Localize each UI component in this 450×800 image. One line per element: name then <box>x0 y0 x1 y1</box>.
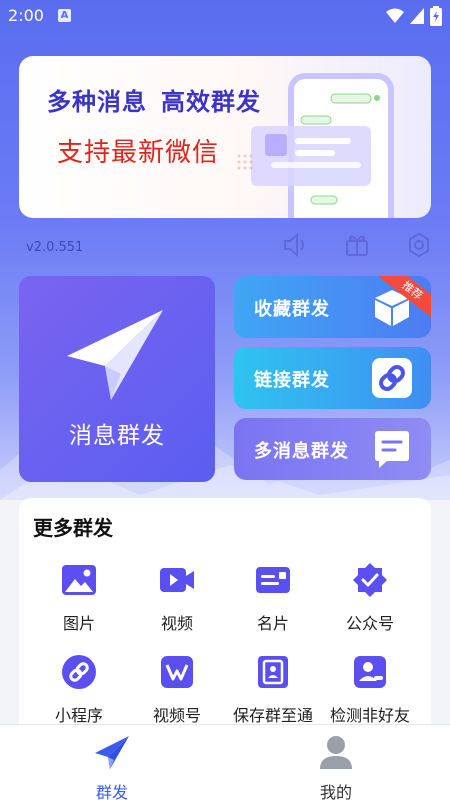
paper-plane-icon <box>95 736 129 769</box>
message-broadcast-label: 消息群发 <box>69 423 165 449</box>
banner-headline-1: 多种消息 <box>47 88 147 116</box>
grid-item-mini-program[interactable]: 小程序 <box>31 654 127 726</box>
grid-item-label: 小程序 <box>54 706 103 725</box>
grid-item-label: 公众号 <box>345 614 394 633</box>
image-icon <box>62 565 96 595</box>
tab-profile-label: 我的 <box>319 783 352 800</box>
tab-broadcast[interactable]: 群发 <box>52 733 172 800</box>
grid-item-label: 视频 <box>160 614 193 633</box>
message-icon <box>375 431 409 468</box>
more-broadcast-title: 更多群发 <box>33 516 113 540</box>
quick-actions <box>282 232 432 258</box>
status-time: 2:00 <box>8 6 44 25</box>
multi-message-broadcast-card[interactable]: 多消息群发 <box>234 418 431 480</box>
grid-item-label: 保存群至通 <box>232 706 313 725</box>
grid-item-detect-non-friends[interactable]: 检测非好友 <box>322 654 418 726</box>
notification-indicator: A <box>58 9 71 22</box>
cellular-signal-icon <box>410 8 424 24</box>
grid-item-card[interactable]: 名片 <box>225 562 321 634</box>
bottom-tab-bar: 群发 我的 <box>0 724 450 800</box>
channels-icon <box>161 656 193 688</box>
status-icons <box>386 6 442 26</box>
multi-message-broadcast-label: 多消息群发 <box>254 441 349 462</box>
grid-item-image[interactable]: 图片 <box>31 562 127 634</box>
grid-item-video[interactable]: 视频 <box>129 562 225 634</box>
phone-illustration <box>237 73 394 218</box>
more-broadcast-panel: 更多群发 图片 视频 名片 公众号 小程序 视频号 保存群至通 检测非好友 <box>19 498 431 728</box>
promo-banner[interactable]: 多种消息 高效群发 支持最新微信 <box>19 56 431 218</box>
grid-item-label: 视频号 <box>152 706 201 725</box>
tab-profile[interactable]: 我的 <box>276 733 396 800</box>
tab-broadcast-label: 群发 <box>95 783 128 800</box>
link-broadcast-card[interactable]: 链接群发 <box>234 347 431 409</box>
wifi-icon <box>386 8 404 23</box>
card-icon <box>256 567 290 593</box>
grid-item-label: 检测非好友 <box>329 706 410 725</box>
speaker-icon[interactable] <box>282 232 308 258</box>
grid-item-label: 名片 <box>256 614 289 633</box>
link-icon <box>372 358 412 398</box>
grid-item-save-group[interactable]: 保存群至通 <box>225 654 321 726</box>
badge-check-icon <box>353 563 387 597</box>
app-version: v2.0.551 <box>26 240 84 255</box>
grid-item-label: 图片 <box>62 614 95 633</box>
grid-item-channels[interactable]: 视频号 <box>129 654 225 726</box>
message-broadcast-card[interactable]: 消息群发 <box>19 276 215 482</box>
settings-icon[interactable] <box>406 232 432 258</box>
favorites-broadcast-card[interactable]: 收藏群发 推荐 <box>234 276 431 338</box>
status-bar: 2:00 A <box>0 0 450 32</box>
contacts-icon <box>258 656 288 688</box>
person-icon <box>320 736 352 769</box>
banner-subline: 支持最新微信 <box>57 138 220 168</box>
gift-icon[interactable] <box>344 232 370 258</box>
battery-icon <box>430 6 442 26</box>
favorites-broadcast-label: 收藏群发 <box>254 299 330 320</box>
mini-program-icon <box>62 655 96 689</box>
link-broadcast-label: 链接群发 <box>254 370 330 391</box>
grid-item-official-account[interactable]: 公众号 <box>322 562 418 634</box>
paper-plane-icon <box>67 310 163 400</box>
video-icon <box>160 568 194 592</box>
user-check-icon <box>354 656 386 688</box>
